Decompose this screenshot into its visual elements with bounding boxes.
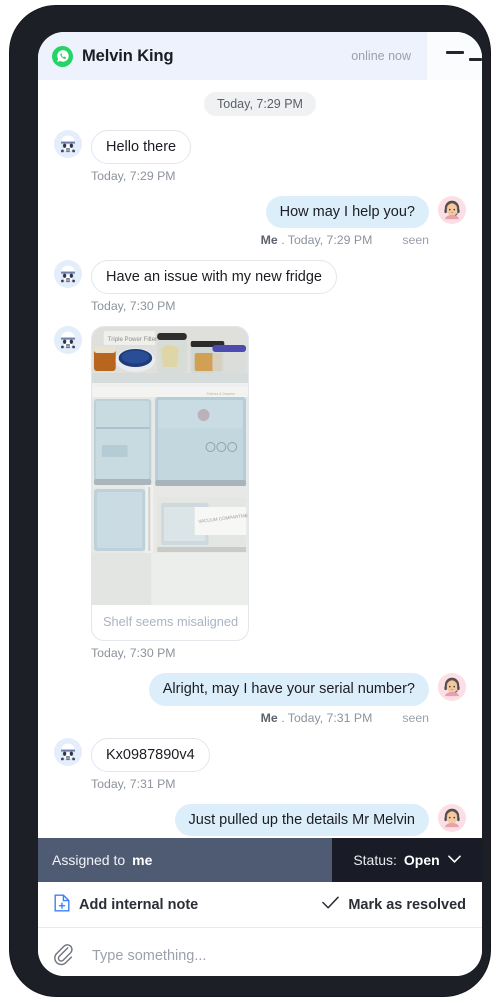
assignee-value: me: [132, 852, 153, 869]
message-bubble: Just pulled up the details Mr Melvin: [174, 803, 429, 836]
paperclip-icon[interactable]: [54, 944, 76, 973]
message-meta: Me . Today, 7:29 PM seen: [54, 233, 429, 247]
message-bubble: Hello there: [91, 130, 192, 165]
message-meta: Today, 7:29 PM: [91, 169, 176, 184]
date-pill: Today, 7:29 PM: [204, 92, 316, 116]
device-frame: Melvin King online now Today, 7:29 PM He…: [10, 6, 490, 996]
chat-header: Melvin King online now: [38, 32, 482, 80]
add-note-label: Add internal note: [79, 896, 199, 913]
agent-avatar: [438, 196, 466, 225]
customer-avatar: [54, 326, 82, 355]
fridge-photo[interactable]: Triple Power Filter Shelves & Drawers VA…: [92, 327, 248, 606]
ticket-status-bar: Assigned to me Status: Open: [38, 838, 482, 883]
menu-bar: [445, 51, 464, 54]
message-meta: Today, 7:31 PM: [91, 776, 176, 791]
svg-text:Shelves & Drawers: Shelves & Drawers: [207, 392, 236, 396]
message-bubble: Alright, may I have your serial number?: [148, 673, 429, 706]
status-dropdown[interactable]: Status: Open: [332, 838, 482, 883]
image-message-bubble[interactable]: Triple Power Filter Shelves & Drawers VA…: [91, 326, 249, 642]
agent-avatar: [438, 673, 466, 702]
presence-status: online now: [351, 49, 411, 63]
timestamp: . Today, 7:31 PM: [281, 710, 373, 725]
customer-avatar: [54, 260, 82, 289]
message-bubble: Have an issue with my new fridge: [91, 260, 337, 295]
contact-info[interactable]: Melvin King online now: [38, 32, 427, 80]
check-icon: [322, 895, 340, 915]
add-internal-note-button[interactable]: Add internal note: [54, 894, 198, 916]
timestamp: . Today, 7:29 PM: [281, 233, 373, 248]
whatsapp-icon: [52, 45, 73, 67]
agent-avatar: [438, 803, 466, 832]
chat-screen: Melvin King online now Today, 7:29 PM He…: [38, 32, 482, 976]
note-add-icon: [54, 894, 70, 916]
customer-avatar: [54, 130, 82, 158]
message-row: Have an issue with my new fridge: [54, 260, 466, 295]
svg-text:Triple Power Filter: Triple Power Filter: [108, 336, 157, 343]
read-receipt: seen: [402, 233, 429, 248]
hamburger-menu-icon[interactable]: [427, 32, 482, 80]
assignee-selector[interactable]: Assigned to me: [38, 838, 332, 883]
message-bubble: Kx0987890v4: [91, 737, 210, 772]
message-bubble: How may I help you?: [265, 196, 429, 229]
chevron-down-icon: [447, 853, 461, 867]
customer-avatar: [54, 737, 82, 766]
mark-as-resolved-button[interactable]: Mark as resolved: [322, 895, 466, 915]
sender-name: Me: [260, 710, 278, 725]
contact-name: Melvin King: [82, 46, 174, 65]
assigned-to-label: Assigned to: [52, 852, 126, 869]
message-row: Alright, may I have your serial number?: [54, 673, 466, 706]
message-row: Just pulled up the details Mr Melvin: [54, 803, 466, 836]
action-bar: Add internal note Mark as resolved: [38, 882, 482, 929]
message-meta: Me . Today, 7:31 PM seen: [54, 711, 429, 725]
message-row: Triple Power Filter Shelves & Drawers VA…: [54, 326, 466, 642]
message-list[interactable]: Today, 7:29 PM Hello there Today, 7:29 P…: [38, 80, 482, 839]
message-row: Kx0987890v4: [54, 737, 466, 772]
message-composer: [38, 928, 482, 976]
status-value: Open: [403, 852, 440, 869]
message-meta: Today, 7:30 PM: [91, 646, 176, 661]
sender-name: Me: [260, 233, 278, 248]
date-divider: Today, 7:29 PM: [54, 92, 466, 116]
menu-bar: [469, 58, 482, 61]
message-input[interactable]: [92, 944, 466, 969]
image-caption: Shelf seems misaligned: [103, 614, 239, 630]
message-meta: Today, 7:30 PM: [91, 299, 176, 314]
message-row: Hello there: [54, 130, 466, 165]
read-receipt: seen: [402, 710, 429, 725]
resolve-label: Mark as resolved: [348, 896, 466, 913]
status-label: Status:: [353, 852, 397, 869]
message-row: How may I help you?: [54, 196, 466, 229]
